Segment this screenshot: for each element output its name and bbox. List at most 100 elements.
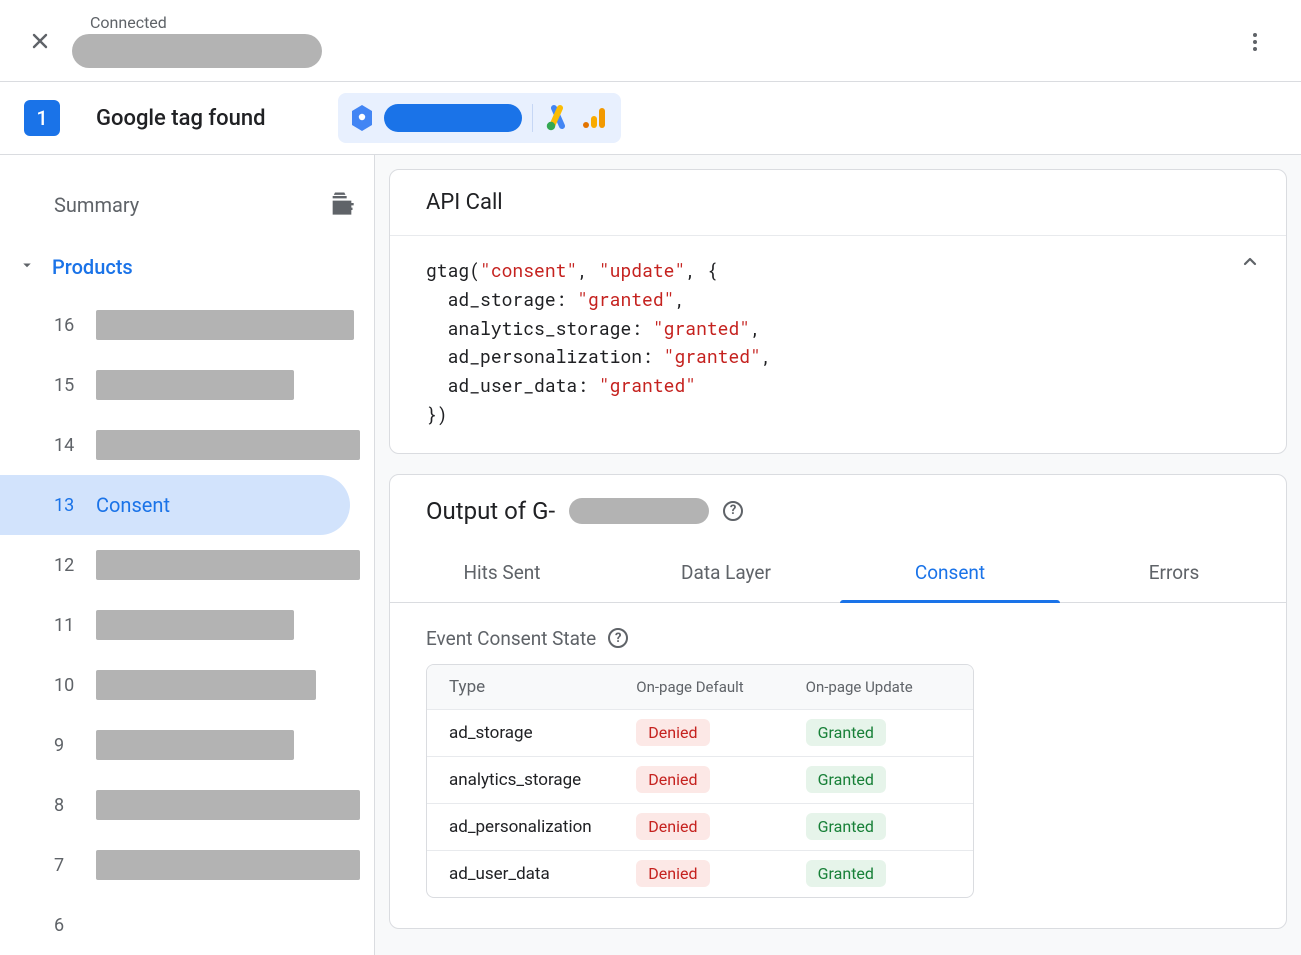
status-badge: Granted: [806, 813, 886, 840]
code-k2: ad_personalization: [448, 344, 642, 368]
col-default: On-page Default: [636, 678, 805, 696]
sidebar-event-14[interactable]: 14: [0, 415, 374, 475]
event-number: 11: [54, 615, 78, 636]
code-v1: "granted": [653, 316, 750, 340]
google-analytics-icon: [581, 104, 609, 132]
event-number: 12: [54, 555, 78, 576]
table-row: ad_personalizationDenied Granted: [427, 803, 973, 850]
tag-found-title: Google tag found: [96, 106, 266, 131]
overflow-menu-icon[interactable]: [1235, 22, 1275, 62]
consent-tab-body: Event Consent State ? Type On-page Defau…: [390, 603, 1286, 928]
code-fn: gtag: [426, 258, 469, 282]
cell-type: ad_personalization: [427, 817, 636, 837]
tab-data-layer[interactable]: Data Layer: [614, 543, 838, 602]
output-card: Output of G- ? Hits SentData LayerConsen…: [389, 474, 1287, 929]
col-type: Type: [427, 677, 636, 697]
clear-all-icon[interactable]: [328, 189, 356, 221]
code-arg1: "update": [599, 258, 685, 282]
summary-label: Summary: [54, 193, 139, 217]
sidebar-event-7[interactable]: 7: [0, 835, 374, 895]
event-label-redacted: [96, 670, 316, 700]
sidebar-event-12[interactable]: 12: [0, 535, 374, 595]
tag-count-badge: 1: [24, 100, 60, 136]
sidebar-event-9[interactable]: 9: [0, 715, 374, 775]
event-number: 9: [54, 735, 78, 756]
status-badge: Granted: [806, 766, 886, 793]
code-k0: ad_storage: [448, 287, 556, 311]
event-number: 10: [54, 675, 78, 696]
tab-errors[interactable]: Errors: [1062, 543, 1286, 602]
summary-row[interactable]: Summary: [0, 179, 374, 231]
sidebar: Summary Products 16 15 1413Consent 12 11 10 9 8…: [0, 155, 375, 955]
cell-default: Denied: [636, 719, 805, 746]
cell-update: Granted: [806, 860, 973, 887]
consent-section-title-row: Event Consent State ?: [426, 627, 1250, 650]
products-section-header[interactable]: Products: [0, 231, 374, 287]
cell-update: Granted: [806, 813, 973, 840]
status-badge: Denied: [636, 766, 709, 793]
sidebar-event-consent[interactable]: 13Consent: [0, 475, 350, 535]
chip-divider: [532, 104, 533, 132]
google-ads-icon: [543, 104, 571, 132]
collapse-icon[interactable]: [1238, 250, 1262, 282]
caret-down-icon: [18, 256, 36, 278]
code-v2: "granted": [664, 344, 761, 368]
tab-consent[interactable]: Consent: [838, 543, 1062, 602]
event-label-redacted: [96, 730, 294, 760]
api-call-code: gtag("consent", "update", { ad_storage: …: [390, 236, 1286, 453]
status-badge: Denied: [636, 719, 709, 746]
event-number: 16: [54, 315, 78, 336]
cell-type: analytics_storage: [427, 770, 636, 790]
event-label-redacted: [96, 610, 294, 640]
tag-id-redacted: [384, 104, 522, 132]
event-label-redacted: [96, 850, 360, 880]
sidebar-event-10[interactable]: 10: [0, 655, 374, 715]
status-badge: Denied: [636, 860, 709, 887]
table-header-row: Type On-page Default On-page Update: [427, 665, 973, 709]
event-label-redacted: [96, 310, 354, 340]
code-k1: analytics_storage: [448, 316, 632, 340]
event-number: 13: [54, 495, 78, 516]
event-label-redacted: [96, 790, 360, 820]
close-icon[interactable]: [16, 17, 64, 65]
status-badge: Granted: [806, 860, 886, 887]
consent-state-table: Type On-page Default On-page Update ad_s…: [426, 664, 974, 898]
api-call-title: API Call: [390, 170, 1286, 236]
tag-found-bar: 1 Google tag found: [0, 82, 1301, 155]
col-update: On-page Update: [806, 678, 973, 696]
sidebar-event-16[interactable]: 16: [0, 295, 374, 355]
top-bar: Connected: [0, 0, 1301, 82]
help-icon[interactable]: ?: [608, 628, 628, 648]
table-row: analytics_storageDenied Granted: [427, 756, 973, 803]
event-number: 15: [54, 375, 78, 396]
api-call-card: API Call gtag("consent", "update", { ad_…: [389, 169, 1287, 454]
tag-chip[interactable]: [338, 93, 621, 143]
tab-hits-sent[interactable]: Hits Sent: [390, 543, 614, 602]
event-number: 8: [54, 795, 78, 816]
code-k3: ad_user_data: [448, 373, 578, 397]
sidebar-event-8[interactable]: 8: [0, 775, 374, 835]
content-panel: API Call gtag("consent", "update", { ad_…: [375, 155, 1301, 955]
event-label-redacted: [96, 550, 360, 580]
help-icon[interactable]: ?: [723, 501, 743, 521]
output-id-redacted: [569, 498, 709, 524]
output-tabs: Hits SentData LayerConsentErrors: [390, 543, 1286, 603]
connected-label: Connected: [90, 13, 322, 32]
status-badge: Denied: [636, 813, 709, 840]
consent-section-title: Event Consent State: [426, 627, 596, 650]
code-arg0: "consent": [480, 258, 577, 282]
sidebar-event-15[interactable]: 15: [0, 355, 374, 415]
status-badge: Granted: [806, 719, 886, 746]
event-number: 7: [54, 855, 78, 876]
event-number: 6: [54, 915, 78, 936]
event-label-redacted: [96, 430, 360, 460]
output-title-prefix: Output of G-: [426, 497, 555, 525]
sidebar-event-11[interactable]: 11: [0, 595, 374, 655]
main-area: Summary Products 16151413Consent12111098…: [0, 155, 1301, 955]
table-row: ad_user_dataDeniedGranted: [427, 850, 973, 897]
cell-default: Denied: [636, 766, 805, 793]
gtag-icon: [350, 104, 374, 132]
cell-update: Granted: [806, 719, 973, 746]
sidebar-event-6[interactable]: 6: [0, 895, 374, 955]
connection-block: Connected: [72, 13, 322, 68]
